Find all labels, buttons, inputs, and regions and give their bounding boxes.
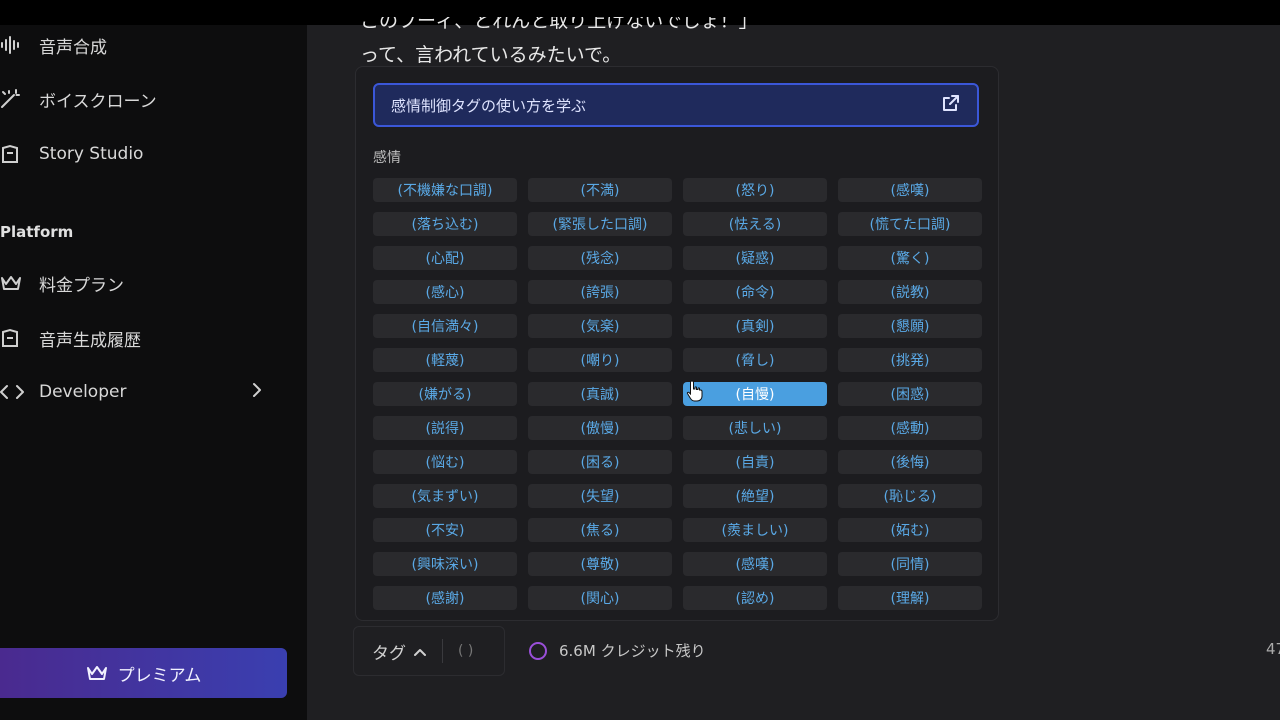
emotion-tag-panel: 感情制御タグの使い方を学ぶ 感情 (不機嫌な口調) (不満) (怒り) (感嘆) (落ち… xyxy=(355,66,999,621)
divider xyxy=(442,639,443,663)
emotion-tag-button[interactable]: (驚く) xyxy=(838,246,982,270)
sidebar-item-label: Story Studio xyxy=(39,144,144,164)
character-counter: 47 xyxy=(1266,640,1280,658)
emotion-tag-button[interactable]: (真剣) xyxy=(683,314,827,338)
book-icon xyxy=(0,144,24,164)
emotion-tag-button[interactable]: (真誠) xyxy=(528,382,672,406)
emotion-tag-button[interactable]: (傲慢) xyxy=(528,416,672,440)
emotion-tag-button[interactable]: (感謝) xyxy=(373,586,517,610)
emotion-tag-button[interactable]: (羨ましい) xyxy=(683,518,827,542)
emotion-tag-button[interactable]: (認め) xyxy=(683,586,827,610)
emotion-tag-button[interactable]: (気まずい) xyxy=(373,484,517,508)
sidebar-item-speech-synthesis[interactable]: 音声合成 xyxy=(0,30,107,60)
crown-icon xyxy=(86,664,108,682)
sidebar-item-label: 音声生成履歴 xyxy=(39,330,141,351)
code-icon xyxy=(0,384,24,400)
emotion-tag-button[interactable]: (怯える) xyxy=(683,212,827,236)
learn-emotion-tags-link[interactable]: 感情制御タグの使い方を学ぶ xyxy=(373,83,979,127)
emotion-tag-button[interactable]: (妬む) xyxy=(838,518,982,542)
sidebar-item-label: ボイスクローン xyxy=(39,91,157,112)
sidebar: 音声合成 ボイスクローン Story Studio Platform 料金プラン… xyxy=(0,25,307,720)
emotion-tag-button[interactable]: (感嘆) xyxy=(838,178,982,202)
crown-icon xyxy=(0,274,24,292)
emotion-tag-button[interactable]: (失望) xyxy=(528,484,672,508)
emotion-tag-button[interactable]: (悲しい) xyxy=(683,416,827,440)
emotion-tag-button[interactable]: (同情) xyxy=(838,552,982,576)
history-icon xyxy=(0,328,24,348)
emotion-tag-button[interactable]: (説得) xyxy=(373,416,517,440)
sidebar-item-label: 料金プラン xyxy=(39,275,124,296)
emotion-tag-button[interactable]: (懇願) xyxy=(838,314,982,338)
emotion-tag-button[interactable]: (悩む) xyxy=(373,450,517,474)
chevron-right-icon xyxy=(252,382,262,403)
premium-button[interactable]: プレミアム xyxy=(0,648,287,698)
emotion-tag-button[interactable]: (心配) xyxy=(373,246,517,270)
emotion-tag-button[interactable]: (感嘆) xyxy=(683,552,827,576)
chevron-up-icon xyxy=(414,641,426,661)
sidebar-item-pricing[interactable]: 料金プラン xyxy=(0,268,124,298)
emotion-tag-button[interactable]: (脅し) xyxy=(683,348,827,372)
emotion-tag-button[interactable]: (軽蔑) xyxy=(373,348,517,372)
emotion-tag-button[interactable]: (落ち込む) xyxy=(373,212,517,236)
sidebar-item-label: 音声合成 xyxy=(39,37,107,58)
emotion-tag-button[interactable]: (自責) xyxy=(683,450,827,474)
emotion-tag-button[interactable]: (怒り) xyxy=(683,178,827,202)
emotion-tag-button[interactable]: (慌てた口調) xyxy=(838,212,982,236)
premium-label: プレミアム xyxy=(117,665,202,686)
emotion-tag-grid: (不機嫌な口調) (不満) (怒り) (感嘆) (落ち込む) (緊張した口調) (怯える) (… xyxy=(373,178,982,610)
emotion-tag-button[interactable]: (気楽) xyxy=(528,314,672,338)
emotion-tag-button[interactable]: (困惑) xyxy=(838,382,982,406)
credit-ring-icon xyxy=(529,641,547,660)
sidebar-item-history[interactable]: 音声生成履歴 xyxy=(0,323,141,353)
learn-link-label: 感情制御タグの使い方を学ぶ xyxy=(391,96,587,115)
emotion-tag-button[interactable]: (嫌がる) xyxy=(373,382,517,406)
sidebar-item-label: Developer xyxy=(39,382,127,402)
emotion-tag-button[interactable]: (困る) xyxy=(528,450,672,474)
emotion-tag-button[interactable]: (緊張した口調) xyxy=(528,212,672,236)
tag-toggle-label: タグ xyxy=(372,643,406,664)
sidebar-item-voice-clone[interactable]: ボイスクローン xyxy=(0,84,157,114)
credits-label: 6.6M クレジット残り xyxy=(559,642,706,660)
editor-text-line[interactable]: って、言われているみたいで。 xyxy=(360,40,621,67)
emotion-tag-button[interactable]: (嘲り) xyxy=(528,348,672,372)
sidebar-item-developer[interactable]: Developer xyxy=(0,377,270,407)
emotion-tag-button[interactable]: (疑惑) xyxy=(683,246,827,270)
emotion-tag-button[interactable]: (関心) xyxy=(528,586,672,610)
emotion-tag-button[interactable]: (不満) xyxy=(528,178,672,202)
emotion-tag-button[interactable]: (尊敬) xyxy=(528,552,672,576)
emotion-tag-button[interactable]: (自信満々) xyxy=(373,314,517,338)
emotion-tag-button[interactable]: (感心) xyxy=(373,280,517,304)
emotion-tag-button[interactable]: (感動) xyxy=(838,416,982,440)
emotion-tag-button[interactable]: (残念) xyxy=(528,246,672,270)
emotion-tag-button[interactable]: (説教) xyxy=(838,280,982,304)
insert-bracket-button[interactable]: ( ) xyxy=(458,643,473,659)
emotion-section-label: 感情 xyxy=(373,150,401,166)
sidebar-item-story-studio[interactable]: Story Studio xyxy=(0,139,143,169)
emotion-tag-button[interactable]: (興味深い) xyxy=(373,552,517,576)
emotion-tag-button[interactable]: (恥じる) xyxy=(838,484,982,508)
waveform-icon xyxy=(0,36,24,54)
emotion-tag-button[interactable]: (焦る) xyxy=(528,518,672,542)
emotion-tag-button[interactable]: (後悔) xyxy=(838,450,982,474)
section-label-platform: Platform xyxy=(0,223,74,241)
emotion-tag-button[interactable]: (理解) xyxy=(838,586,982,610)
external-link-icon xyxy=(941,93,961,117)
emotion-tag-button[interactable]: (自慢) xyxy=(683,382,827,406)
emotion-tag-button[interactable]: (不安) xyxy=(373,518,517,542)
emotion-tag-button[interactable]: (絶望) xyxy=(683,484,827,508)
emotion-tag-button[interactable]: (誇張) xyxy=(528,280,672,304)
magic-wand-icon xyxy=(0,89,24,109)
emotion-tag-button[interactable]: (挑発) xyxy=(838,348,982,372)
credits-indicator: 6.6M クレジット残り xyxy=(529,640,706,661)
tag-toggle-button[interactable]: タグ ( ) xyxy=(353,626,505,676)
emotion-tag-button[interactable]: (命令) xyxy=(683,280,827,304)
emotion-tag-button[interactable]: (不機嫌な口調) xyxy=(373,178,517,202)
